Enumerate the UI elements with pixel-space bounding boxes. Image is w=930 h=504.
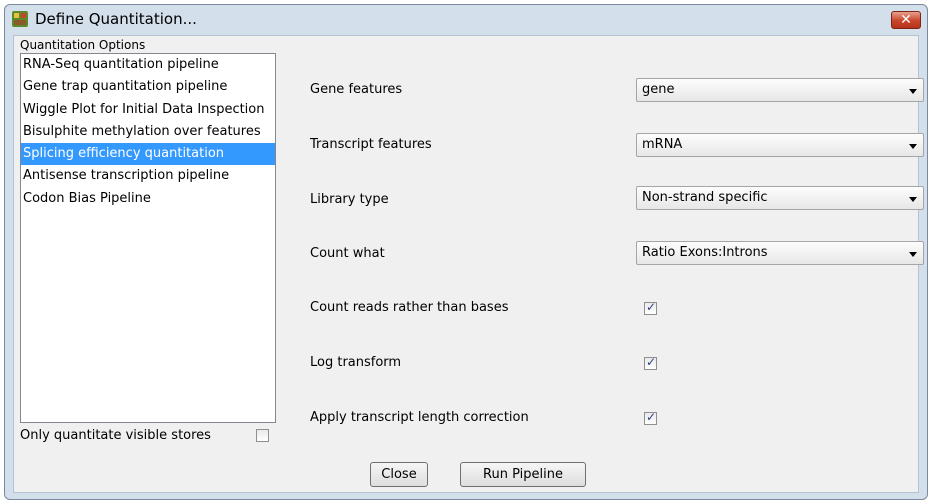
list-item[interactable]: RNA-Seq quantitation pipeline [21,54,275,76]
quantitation-options-list[interactable]: RNA-Seq quantitation pipeline Gene trap … [20,53,276,423]
count-what-value: Ratio Exons:Introns [642,245,768,260]
chevron-down-icon [909,144,917,149]
define-quantitation-dialog: Define Quantitation... ✕ Quantitation Op… [4,4,928,500]
title-bar[interactable]: Define Quantitation... ✕ [5,5,927,33]
visible-stores-checkbox[interactable] [256,429,269,442]
count-what-dropdown[interactable]: Ratio Exons:Introns [636,241,924,265]
library-type-label: Library type [310,192,389,207]
dialog-content: Quantitation Options RNA-Seq quantitatio… [13,35,924,493]
list-item[interactable]: Wiggle Plot for Initial Data Inspection [21,99,275,121]
visible-stores-label: Only quantitate visible stores [20,428,211,443]
close-icon: ✕ [900,12,912,28]
list-item[interactable]: Bisulphite methylation over features [21,121,275,143]
count-reads-checkbox[interactable] [644,300,657,315]
window-title: Define Quantitation... [35,10,197,28]
chevron-down-icon [909,197,917,202]
transcript-features-label: Transcript features [310,137,432,152]
library-type-value: Non-strand specific [642,190,768,205]
gene-features-value: gene [642,82,675,97]
list-item-selected[interactable]: Splicing efficiency quantitation [21,143,275,166]
list-item[interactable]: Antisense transcription pipeline [21,165,275,187]
options-group-label: Quantitation Options [20,38,146,52]
transcript-features-value: mRNA [642,137,683,152]
seqmonk-app-icon [12,11,28,27]
count-reads-label: Count reads rather than bases [310,300,509,315]
list-item[interactable]: Codon Bias Pipeline [21,188,275,210]
length-correction-checkbox[interactable] [644,410,657,425]
close-window-button[interactable]: ✕ [891,11,921,29]
log-transform-checkbox[interactable] [644,355,657,370]
length-correction-label: Apply transcript length correction [310,410,529,425]
chevron-down-icon [909,252,917,257]
run-pipeline-button[interactable]: Run Pipeline [460,462,586,487]
gene-features-label: Gene features [310,82,403,97]
transcript-features-dropdown[interactable]: mRNA [636,133,924,157]
list-item[interactable]: Gene trap quantitation pipeline [21,76,275,98]
count-what-label: Count what [310,246,385,261]
gene-features-dropdown[interactable]: gene [636,78,924,102]
chevron-down-icon [909,89,917,94]
close-button[interactable]: Close [370,462,428,487]
log-transform-label: Log transform [310,355,402,370]
library-type-dropdown[interactable]: Non-strand specific [636,186,924,210]
